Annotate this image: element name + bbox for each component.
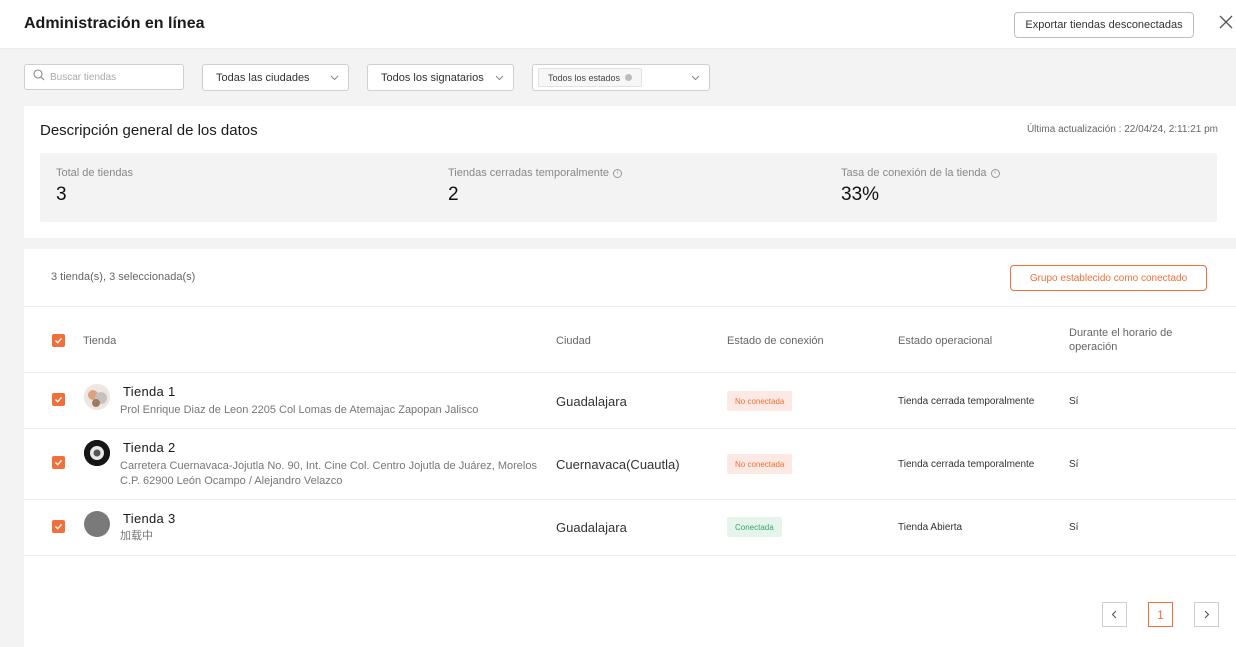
overview-title: Descripción general de los datos (40, 122, 258, 139)
connection-status-badge: Conectada (727, 517, 782, 537)
store-city: Cuernavaca(Cuautla) (556, 457, 680, 472)
row-checkbox[interactable] (52, 393, 65, 406)
column-store: Tienda (83, 335, 117, 347)
info-icon[interactable]: i (990, 168, 1000, 178)
stat-value: 33% (841, 184, 880, 205)
column-hours-line1: Durante el horario de (1069, 327, 1173, 339)
store-avatar (84, 384, 110, 410)
state-chip-label: Todos los estados (548, 72, 621, 83)
store-avatar (84, 511, 110, 537)
export-disconnected-button[interactable]: Exportar tiendas desconectadas (1014, 12, 1194, 38)
row-checkbox[interactable] (52, 520, 65, 533)
column-hours-line2: operación (1069, 341, 1118, 353)
stat-label: Tiendas cerradas temporalmente (448, 167, 610, 179)
chevron-down-icon (495, 73, 504, 85)
city-dropdown-label: Todas las ciudades (216, 71, 310, 84)
last-update-text: Última actualización : 22/04/24, 2:11:21… (1026, 124, 1218, 135)
column-connection: Estado de conexión (727, 335, 824, 347)
table-row[interactable]: Tienda 1 Prol Enrique Diaz de Leon 2205 … (24, 374, 1236, 429)
connection-status-badge: No conectada (727, 454, 793, 474)
info-icon[interactable]: i (613, 168, 623, 178)
search-box[interactable] (24, 64, 184, 90)
chevron-down-icon (330, 73, 339, 85)
filter-bar: Todas las ciudades Todos los signatarios… (0, 49, 1236, 105)
chevron-right-icon (1202, 608, 1211, 622)
chevron-left-icon (1110, 608, 1119, 622)
next-page-button[interactable] (1194, 602, 1219, 627)
stat-connection-rate: Tasa de conexión de la tienda i 33% (841, 167, 1000, 206)
city-dropdown[interactable]: Todas las ciudades (202, 64, 349, 91)
hours-state: Sí (1069, 459, 1079, 470)
prev-page-button[interactable] (1102, 602, 1127, 627)
page-number[interactable]: 1 (1148, 602, 1173, 627)
data-overview-card: Descripción general de los datos Última … (24, 106, 1236, 238)
operational-state: Tienda cerrada temporalmente (898, 396, 1035, 407)
state-filter-chip[interactable]: Todos los estados (538, 68, 643, 87)
connection-status-badge: No conectada (727, 391, 793, 411)
list-header: 3 tienda(s), 3 seleccionada(s) Grupo est… (24, 249, 1236, 307)
hours-state: Sí (1069, 522, 1079, 533)
top-bar: Administración en línea Exportar tiendas… (0, 0, 1236, 49)
search-icon (33, 68, 45, 86)
store-avatar (84, 440, 110, 466)
set-connected-button[interactable]: Grupo establecido como conectado (1010, 265, 1207, 291)
signatory-dropdown[interactable]: Todos los signatarios (367, 64, 514, 91)
operational-state: Tienda Abierta (898, 522, 963, 533)
stat-value: 2 (448, 184, 459, 205)
chevron-down-icon (691, 73, 700, 85)
stat-closed-stores: Tiendas cerradas temporalmente i 2 (448, 167, 623, 206)
store-name: Tienda 1 (123, 384, 176, 399)
state-dropdown[interactable]: Todos los estados (532, 64, 710, 91)
stat-total-stores: Total de tiendas 3 (56, 167, 133, 206)
store-city: Guadalajara (556, 520, 627, 535)
store-address: Carretera Cuernavaca-Jojutla No. 90, Int… (120, 460, 537, 487)
select-all-checkbox[interactable] (52, 334, 65, 347)
stat-label: Total de tiendas (56, 167, 134, 179)
selection-count: 3 tienda(s), 3 seleccionada(s) (51, 271, 196, 283)
signatory-dropdown-label: Todos los signatarios (381, 71, 484, 84)
row-checkbox[interactable] (52, 456, 65, 469)
stats-panel: Total de tiendas 3 Tiendas cerradas temp… (40, 153, 1217, 222)
column-hours: Durante el horario de operación (1069, 327, 1172, 353)
table-header: Tienda Ciudad Estado de conexión Estado … (24, 307, 1236, 373)
stat-label: Tasa de conexión de la tienda (841, 167, 987, 179)
remove-chip-icon[interactable] (625, 74, 633, 81)
search-input[interactable] (50, 71, 170, 83)
close-icon[interactable] (1218, 14, 1236, 32)
store-list-card: 3 tienda(s), 3 seleccionada(s) Grupo est… (24, 249, 1236, 647)
table-row[interactable]: Tienda 2 Carretera Cuernavaca-Jojutla No… (24, 430, 1236, 500)
table-row[interactable]: Tienda 3 加载中 Guadalajara Conectada Tiend… (24, 501, 1236, 556)
store-city: Guadalajara (556, 394, 627, 409)
stat-value: 3 (56, 184, 67, 205)
store-name: Tienda 3 (123, 511, 176, 526)
column-city: Ciudad (556, 335, 591, 347)
store-name: Tienda 2 (123, 440, 176, 455)
hours-state: Sí (1069, 396, 1079, 407)
column-operational: Estado operacional (898, 335, 993, 347)
page-title: Administración en línea (24, 15, 205, 32)
operational-state: Tienda cerrada temporalmente (898, 459, 1035, 470)
store-address: 加载中 (120, 530, 153, 542)
store-address: Prol Enrique Diaz de Leon 2205 Col Lomas… (120, 404, 479, 416)
